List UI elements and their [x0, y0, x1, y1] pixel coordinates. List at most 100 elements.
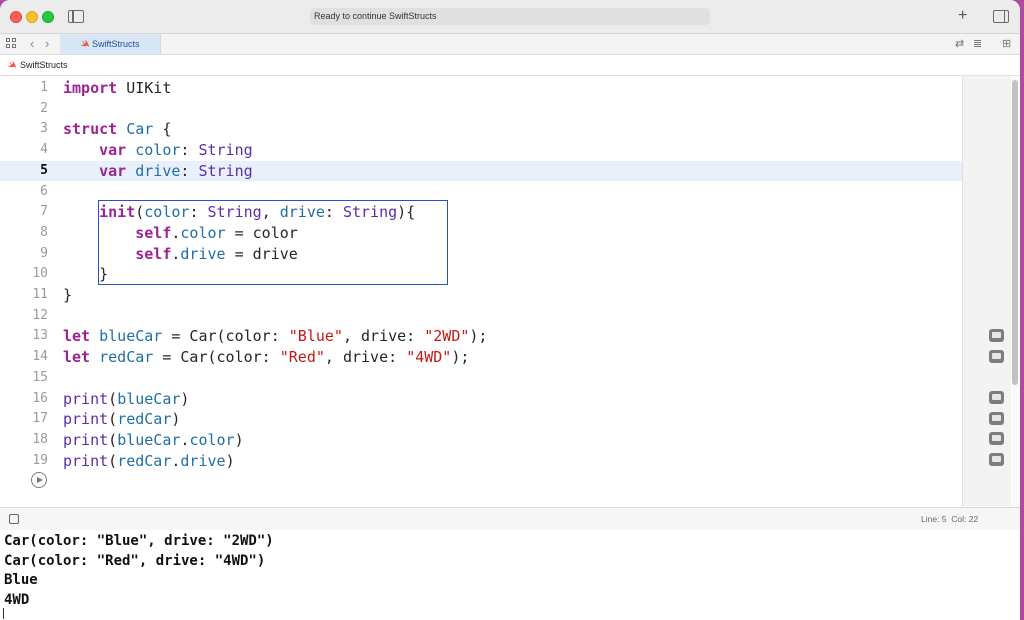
- line-number: 4: [40, 142, 48, 158]
- code-line[interactable]: 15: [0, 368, 962, 389]
- line-number: 16: [32, 390, 48, 406]
- code-token: struct: [63, 120, 118, 139]
- result-view-icon[interactable]: [989, 453, 1004, 466]
- code-line[interactable]: 5 var drive: String: [0, 160, 962, 182]
- code-token: {: [153, 120, 172, 139]
- code-token: "Blue": [288, 327, 343, 346]
- swift-icon: [80, 40, 89, 48]
- code-text: print(redCar): [63, 409, 180, 430]
- result-view-icon[interactable]: [989, 350, 1004, 363]
- code-token: (: [108, 389, 118, 408]
- chevron-right-icon[interactable]: ›: [45, 35, 49, 53]
- code-token: (: [108, 451, 118, 470]
- code-line[interactable]: 11}: [0, 285, 962, 306]
- code-line[interactable]: 12: [0, 306, 962, 327]
- line-number: 15: [32, 369, 48, 385]
- line-number: 10: [32, 266, 48, 282]
- code-line[interactable]: 14 let redCar = Car(color: "Red", drive: …: [0, 347, 962, 368]
- inspector-icon[interactable]: [993, 10, 1009, 23]
- code-token: import: [63, 79, 118, 97]
- console-line: Car(color: "Blue", drive: "2WD"): [4, 533, 274, 549]
- playground-window: Ready to continue SwiftStructs + ‹ › Swi…: [0, 0, 1020, 620]
- code-token: ): [225, 451, 235, 470]
- line-number: 2: [40, 100, 48, 116]
- code-token: );: [451, 348, 470, 367]
- code-text: let redCar = Car(color: "Red", drive: "4…: [63, 347, 469, 368]
- code-editor[interactable]: 1 import UIKit 2 3 struct Car {4 var color: …: [0, 76, 1020, 506]
- code-token: ): [171, 410, 181, 429]
- code-line[interactable]: 3 struct Car {: [0, 119, 962, 140]
- code-token: String: [198, 141, 253, 160]
- code-token: let: [63, 327, 91, 346]
- code-text: print(blueCar.color): [63, 430, 244, 451]
- code-token: ): [234, 430, 244, 449]
- code-token: , drive:: [342, 327, 425, 346]
- line-number: 5: [40, 162, 48, 178]
- scrollbar-thumb[interactable]: [1012, 80, 1018, 385]
- related-items-icon[interactable]: ⇄: [955, 36, 964, 52]
- code-line[interactable]: 4 var color: String: [0, 140, 962, 161]
- console-line: 4WD: [4, 591, 30, 608]
- split-editor-icon[interactable]: ⊞: [1002, 36, 1011, 52]
- code-token: Car: [126, 120, 154, 139]
- result-view-icon[interactable]: [989, 432, 1004, 445]
- chevron-left-icon[interactable]: ‹: [30, 35, 34, 53]
- code-token: "Red": [279, 348, 325, 367]
- result-view-icon[interactable]: [989, 329, 1004, 342]
- code-line[interactable]: 19 print(redCar.drive): [0, 451, 962, 472]
- result-view-icon[interactable]: [989, 391, 1004, 404]
- code-line[interactable]: 17 print(redCar): [0, 409, 962, 430]
- code-token: UIKit: [117, 79, 172, 97]
- code-text: import UIKit: [63, 78, 171, 99]
- tab-bar: ‹ › SwiftStructs ⇄ ≣ ⊞: [0, 34, 1020, 55]
- tab-swiftstructs[interactable]: SwiftStructs: [60, 34, 161, 54]
- minimize-window-button[interactable]: [26, 11, 38, 23]
- code-token: (: [108, 430, 118, 449]
- line-number: 6: [40, 183, 48, 199]
- line-number: 3: [40, 121, 48, 137]
- console-toggle-icon[interactable]: [9, 514, 19, 524]
- breadcrumb: SwiftStructs: [0, 55, 1020, 76]
- code-token: = Car(color:: [153, 348, 280, 367]
- result-view-icon[interactable]: [989, 412, 1004, 425]
- close-window-button[interactable]: [10, 11, 22, 23]
- console-output[interactable]: Car(color: "Blue", drive: "2WD") Car(col…: [0, 530, 1020, 620]
- code-token: let: [63, 348, 91, 367]
- vertical-scrollbar[interactable]: [1012, 76, 1019, 506]
- line-number: 12: [32, 307, 48, 323]
- init-highlight-box: [98, 200, 448, 285]
- swift-icon: [7, 61, 16, 69]
- code-token: redCar: [117, 451, 172, 470]
- code-token: );: [469, 327, 488, 346]
- line-number: 19: [32, 452, 48, 468]
- code-line[interactable]: 16 print(blueCar): [0, 389, 962, 410]
- code-token: , drive:: [324, 348, 407, 367]
- grid-icon[interactable]: [6, 38, 16, 48]
- code-line[interactable]: 2: [0, 99, 962, 120]
- breadcrumb-item-swiftstructs[interactable]: SwiftStructs: [20, 55, 68, 75]
- line-number: 1: [40, 80, 48, 95]
- plus-icon[interactable]: +: [958, 6, 967, 26]
- code-token: print: [63, 389, 109, 408]
- sidebar-icon[interactable]: [68, 10, 84, 23]
- code-token: color: [135, 141, 181, 160]
- editor-options-icon[interactable]: ≣: [973, 36, 982, 52]
- play-icon[interactable]: [31, 472, 47, 488]
- zoom-window-button[interactable]: [42, 11, 54, 23]
- code-token: drive: [135, 161, 181, 180]
- code-token: redCar: [99, 348, 154, 367]
- code-text: var drive: String: [63, 161, 253, 182]
- code-token: blueCar: [117, 389, 181, 408]
- code-line[interactable]: 13 let blueCar = Car(color: "Blue", drive…: [0, 326, 962, 347]
- code-line[interactable]: 18 print(blueCar.color): [0, 430, 962, 451]
- line-number: 11: [32, 287, 48, 302]
- code-token: var: [99, 161, 127, 180]
- results-sidebar: [962, 76, 1011, 506]
- code-line[interactable]: 1 import UIKit: [0, 78, 962, 99]
